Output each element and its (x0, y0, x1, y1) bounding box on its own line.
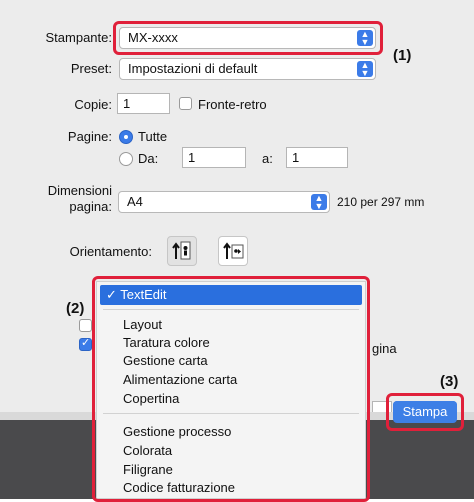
highlight-menu (92, 276, 370, 502)
duplex-checkbox[interactable] (179, 97, 192, 110)
size-label-line2: pagina: (69, 199, 112, 214)
callout-2: (2) (66, 300, 85, 317)
pages-all-label: Tutte (138, 129, 168, 144)
checkmark-icon: ✓ (81, 337, 91, 349)
pages-all-radio[interactable] (119, 130, 133, 144)
pages-label: Pagine: (67, 129, 112, 144)
copies-input[interactable]: 1 (117, 93, 170, 114)
pages-from-label: Da: (138, 151, 159, 166)
callout-3: (3) (440, 373, 459, 390)
preset-value: Impostazioni di default (128, 61, 258, 76)
orientation-label: Orientamento: (69, 244, 152, 259)
size-label-line1: Dimensioni (47, 183, 112, 198)
size-label: Dimensioni pagina: (20, 183, 112, 215)
highlight-print-button (386, 393, 464, 431)
pages-to-label: a: (262, 151, 273, 166)
updown-arrow-icon: ▲ ▼ (311, 194, 327, 211)
duplex-label: Fronte-retro (198, 97, 267, 112)
paper-size-select[interactable]: A4 ▲ ▼ (118, 191, 330, 213)
copies-label: Copie: (74, 97, 112, 112)
pages-to-input[interactable]: 1 (286, 147, 348, 168)
highlight-printer (113, 21, 383, 55)
partial-option-label: gina (372, 341, 397, 356)
pages-from-input[interactable]: 1 (182, 147, 246, 168)
radio-dot (124, 135, 128, 139)
callout-1: (1) (393, 47, 412, 64)
preset-label: Preset: (70, 61, 112, 76)
paper-size-value: A4 (127, 194, 143, 209)
landscape-icon (223, 242, 244, 259)
updown-arrow-icon: ▲ ▼ (357, 61, 373, 78)
portrait-orientation-button[interactable] (167, 236, 197, 266)
hidden-option-checkbox-checked[interactable]: ✓ (79, 337, 92, 351)
printer-label: Stampante: (45, 30, 113, 45)
paper-size-desc: 210 per 297 mm (337, 195, 425, 209)
landscape-orientation-button[interactable] (218, 236, 248, 266)
portrait-icon (172, 241, 191, 260)
hidden-option-checkbox[interactable] (79, 319, 92, 332)
pages-range-radio[interactable] (119, 152, 133, 166)
preset-select[interactable]: Impostazioni di default ▲ ▼ (119, 58, 376, 80)
